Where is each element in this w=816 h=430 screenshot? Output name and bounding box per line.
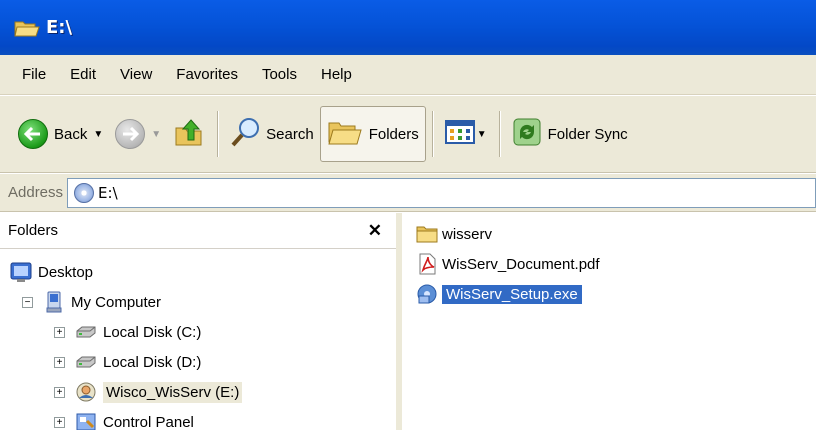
- close-icon[interactable]: ✕: [368, 221, 382, 241]
- back-label: Back: [54, 125, 88, 143]
- collapse-icon[interactable]: −: [22, 296, 33, 308]
- up-button[interactable]: [167, 106, 211, 162]
- search-label: Search: [266, 125, 314, 143]
- folder-sync-label: Folder Sync: [547, 125, 628, 143]
- views-button[interactable]: ▼: [439, 106, 493, 162]
- tree-item-local-disk-c[interactable]: + Local Disk (C:): [0, 317, 396, 347]
- tree-item-desktop[interactable]: Desktop: [0, 257, 396, 287]
- tree-item-wisco-wisserv-e[interactable]: + Wisco_WisServ (E:): [0, 377, 396, 407]
- forward-button[interactable]: ▼: [109, 106, 167, 162]
- toolbar-separator: [431, 111, 433, 157]
- address-label: Address: [8, 184, 64, 201]
- search-icon: [230, 116, 262, 152]
- file-name: WisServ_Setup.exe: [442, 284, 582, 304]
- expand-icon[interactable]: +: [54, 356, 65, 368]
- menu-file[interactable]: File: [10, 66, 58, 83]
- tree-item-label: Local Disk (D:): [103, 353, 202, 371]
- toolbar: Back ▼ ▼ Search Folders ▼ Folder Sync: [0, 96, 816, 173]
- search-button[interactable]: Search: [224, 106, 320, 162]
- control-panel-icon: [75, 411, 97, 430]
- folders-pane-header: Folders ✕: [0, 213, 396, 249]
- list-item[interactable]: wisserv: [408, 219, 816, 249]
- setup-exe-icon: [416, 283, 438, 305]
- forward-dropdown-icon[interactable]: ▼: [151, 129, 161, 140]
- folder-icon: [416, 223, 438, 245]
- window-title: E:\: [46, 17, 73, 38]
- tree-item-label: Local Disk (C:): [103, 323, 202, 341]
- cd-drive-icon: [74, 182, 95, 203]
- desktop-icon: [10, 261, 32, 283]
- toolbar-separator: [217, 111, 219, 157]
- views-icon: [444, 120, 475, 148]
- menu-help[interactable]: Help: [309, 66, 364, 83]
- file-name: WisServ_Document.pdf: [442, 255, 600, 273]
- hard-disk-icon: [75, 351, 97, 373]
- folder-tree: Desktop − My Computer + Local Disk (C:) …: [0, 249, 396, 430]
- back-arrow-icon: [18, 119, 48, 149]
- list-item[interactable]: WisServ_Setup.exe: [408, 279, 816, 309]
- address-value: E:\: [98, 183, 118, 202]
- list-item[interactable]: WisServ_Document.pdf: [408, 249, 816, 279]
- up-folder-icon: [173, 116, 205, 152]
- menu-bar: File Edit View Favorites Tools Help: [0, 55, 816, 95]
- menu-edit[interactable]: Edit: [58, 66, 108, 83]
- back-button[interactable]: Back ▼: [12, 106, 109, 162]
- folder-sync-button[interactable]: Folder Sync: [506, 106, 634, 162]
- my-computer-icon: [43, 291, 65, 313]
- tree-item-local-disk-d[interactable]: + Local Disk (D:): [0, 347, 396, 377]
- views-dropdown-icon[interactable]: ▼: [477, 129, 487, 140]
- hard-disk-icon: [75, 321, 97, 343]
- folders-button[interactable]: Folders: [319, 106, 426, 162]
- tree-item-label: Control Panel: [103, 413, 194, 430]
- menu-favorites[interactable]: Favorites: [164, 66, 250, 83]
- open-folder-icon: [14, 18, 40, 38]
- folders-pane: Folders ✕ Desktop − My Computer + Local …: [0, 213, 402, 430]
- tree-item-label: My Computer: [71, 293, 162, 311]
- tree-item-control-panel[interactable]: + Control Panel: [0, 407, 396, 430]
- folders-label: Folders: [368, 125, 419, 143]
- menu-tools[interactable]: Tools: [250, 66, 309, 83]
- tree-item-label: Desktop: [38, 263, 94, 281]
- tree-item-label: Wisco_WisServ (E:): [103, 381, 243, 403]
- cd-drive-icon: [75, 381, 97, 403]
- menu-view[interactable]: View: [108, 66, 164, 83]
- folders-icon: [327, 117, 363, 151]
- pdf-icon: [416, 253, 438, 275]
- folder-sync-icon: [512, 117, 542, 151]
- back-dropdown-icon[interactable]: ▼: [93, 129, 103, 140]
- file-list: wisserv WisServ_Document.pdf WisServ_Set…: [408, 213, 816, 430]
- title-bar: E:\: [0, 0, 816, 55]
- expand-icon[interactable]: +: [54, 416, 65, 428]
- expand-icon[interactable]: +: [54, 386, 65, 398]
- address-field[interactable]: E:\: [67, 177, 816, 208]
- toolbar-separator: [498, 111, 500, 157]
- address-bar: Address E:\: [0, 174, 816, 212]
- expand-icon[interactable]: +: [54, 326, 65, 338]
- folders-pane-title: Folders: [8, 222, 59, 239]
- file-name: wisserv: [442, 225, 493, 243]
- forward-arrow-icon: [115, 119, 146, 149]
- tree-item-my-computer[interactable]: − My Computer: [0, 287, 396, 317]
